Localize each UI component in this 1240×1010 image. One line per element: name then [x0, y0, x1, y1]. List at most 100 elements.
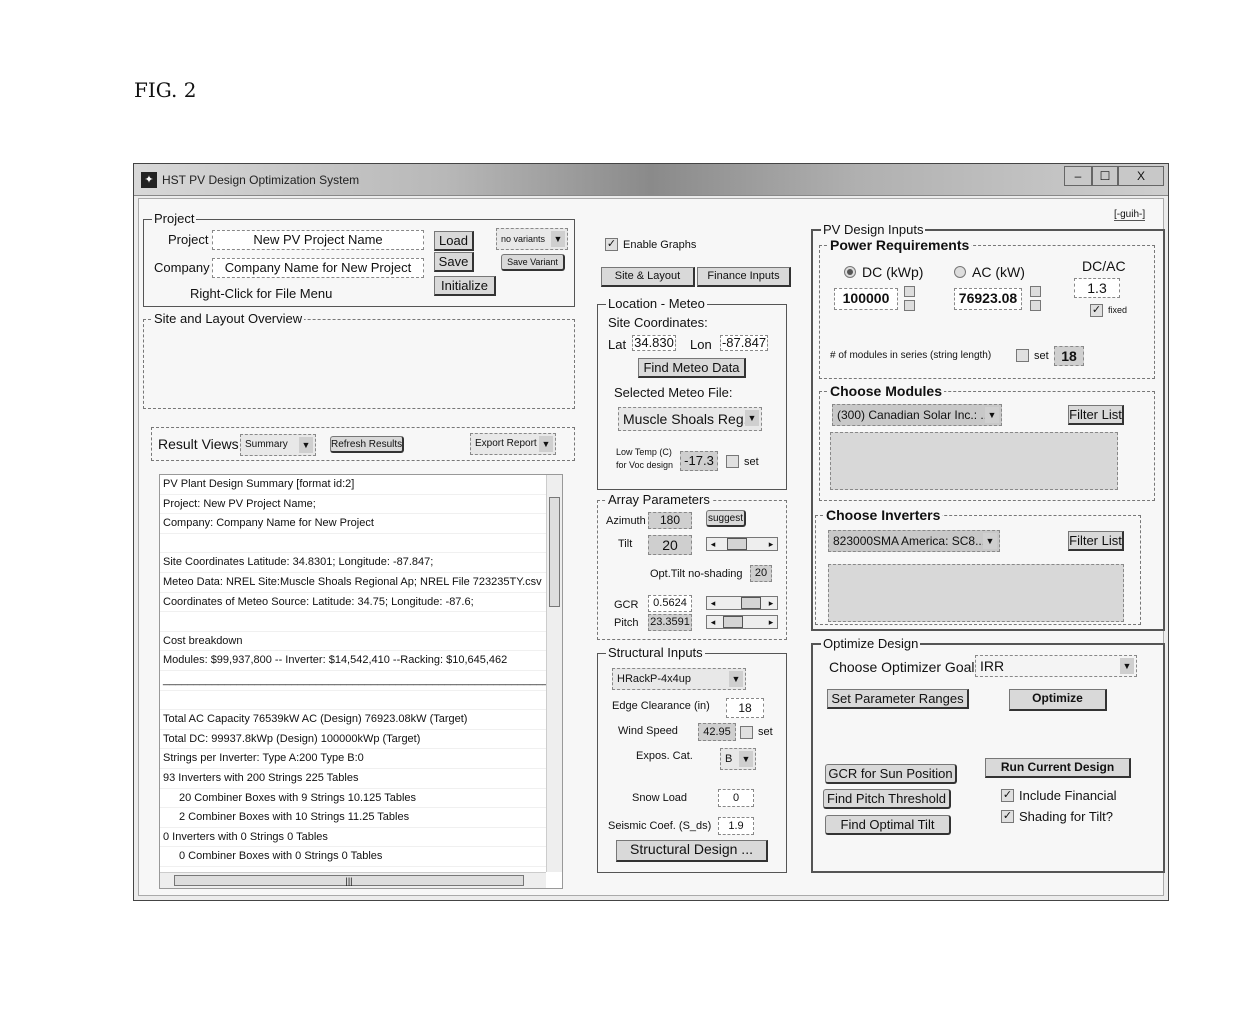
variants-select[interactable]: no variants ▼	[496, 228, 568, 250]
vertical-scrollbar[interactable]	[546, 475, 562, 872]
module-list[interactable]	[830, 432, 1118, 490]
company-name-input[interactable]: Company Name for New Project	[212, 258, 424, 278]
location-group-label: Location - Meteo	[606, 296, 707, 312]
ac-input[interactable]: 76923.08	[954, 288, 1022, 310]
string-length-input[interactable]: 18	[1054, 346, 1084, 366]
client-area: [-guih-] Project Project New PV Project …	[138, 198, 1165, 896]
site-layout-button[interactable]: Site & Layout	[601, 267, 695, 287]
seismic-label: Seismic Coef. (S_ds)	[608, 820, 712, 832]
chevron-down-icon: ▼	[551, 231, 565, 247]
shading-tilt-label: Shading for Tilt?	[1019, 809, 1113, 824]
string-set-checkbox[interactable]	[1016, 349, 1029, 362]
scroll-thumb[interactable]	[549, 497, 560, 607]
expos-cat-select[interactable]: B ▼	[720, 748, 756, 770]
gcr-slider[interactable]: ◂ ▸	[706, 596, 778, 610]
result-view-select[interactable]: Summary ▼	[240, 434, 316, 456]
result-line: Strings per Inverter: Type A:200 Type B:…	[160, 749, 562, 769]
ac-spin-down[interactable]	[1030, 300, 1041, 311]
meteo-file-select[interactable]: Muscle Shoals Reg... ▼	[618, 407, 762, 431]
export-report-select[interactable]: Export Report ▼	[470, 433, 556, 455]
structural-group-label: Structural Inputs	[606, 645, 705, 661]
find-meteo-button[interactable]: Find Meteo Data	[638, 358, 746, 378]
results-text-area[interactable]: PV Plant Design Summary [format id:2] Pro…	[159, 474, 563, 889]
suggest-button[interactable]: suggest	[706, 510, 746, 527]
optimize-button[interactable]: Optimize	[1009, 689, 1107, 711]
result-line: PV Plant Design Summary [format id:2]	[160, 475, 562, 495]
low-temp-set-checkbox[interactable]	[726, 455, 739, 468]
project-name-input[interactable]: New PV Project Name	[212, 230, 424, 250]
load-button[interactable]: Load	[434, 231, 474, 251]
maximize-button[interactable]: ☐	[1092, 166, 1118, 186]
fixed-checkbox[interactable]: ✓	[1090, 304, 1103, 317]
result-line: Project: New PV Project Name;	[160, 495, 562, 515]
result-line: 93 Inverters with 200 Strings 225 Tables	[160, 769, 562, 789]
edge-clearance-input[interactable]: 18	[726, 698, 764, 718]
result-line: 0 Inverters with 0 Strings 0 Tables	[160, 828, 562, 848]
inverter-list[interactable]	[828, 564, 1124, 622]
ac-spin-up[interactable]	[1030, 286, 1041, 297]
gcr-sun-position-button[interactable]: GCR for Sun Position	[825, 764, 957, 784]
horizontal-scrollbar[interactable]: |||	[160, 872, 546, 888]
result-views-bar: Result Views Summary ▼ Refresh Results E…	[151, 427, 575, 461]
run-current-design-button[interactable]: Run Current Design	[985, 758, 1131, 778]
refresh-results-button[interactable]: Refresh Results	[330, 436, 404, 453]
window-title: HST PV Design Optimization System	[162, 173, 360, 187]
result-line: Company: Company Name for New Project	[160, 514, 562, 534]
tilt-slider[interactable]: ◂ ▸	[706, 537, 778, 551]
power-group-label: Power Requirements	[828, 237, 972, 253]
azimuth-input[interactable]: 180	[648, 512, 692, 529]
inverter-select[interactable]: 823000SMA America: SC8... ▼	[828, 530, 1000, 552]
optimize-group-label: Optimize Design	[821, 636, 921, 652]
snow-load-input[interactable]: 0	[718, 789, 754, 807]
set-parameter-ranges-button[interactable]: Set Parameter Ranges	[827, 689, 969, 709]
module-filter-button[interactable]: Filter List	[1068, 405, 1124, 425]
include-financial-checkbox[interactable]: ✓	[1001, 789, 1014, 802]
structural-design-button[interactable]: Structural Design ...	[616, 840, 768, 862]
inverter-filter-button[interactable]: Filter List	[1068, 531, 1124, 551]
lon-input[interactable]: -87.847	[720, 335, 768, 351]
enable-graphs-checkbox[interactable]: ✓	[605, 238, 618, 251]
result-line: Total AC Capacity 76539kW AC (Design) 76…	[160, 710, 562, 730]
dcac-input[interactable]: 1.3	[1074, 278, 1120, 298]
save-variant-button[interactable]: Save Variant	[501, 254, 565, 271]
site-overview-label: Site and Layout Overview	[152, 311, 305, 327]
close-button[interactable]: X	[1118, 166, 1164, 186]
site-coords-label: Site Coordinates:	[608, 315, 708, 330]
pitch-label: Pitch	[614, 617, 639, 629]
result-line: Meteo Data: NREL Site:Muscle Shoals Regi…	[160, 573, 562, 593]
optimizer-goal-select[interactable]: IRR ▼	[975, 655, 1137, 677]
ac-radio[interactable]	[954, 266, 966, 278]
lat-input[interactable]: 34.830	[632, 335, 676, 351]
low-temp-sublabel: for Voc design	[616, 460, 674, 470]
gcr-input[interactable]: 0.5624	[648, 595, 692, 612]
dc-input[interactable]: 100000	[834, 288, 898, 310]
opt-tilt-label: Opt.Tilt no-shading	[650, 568, 743, 580]
result-line: Coordinates of Meteo Source: Latitude: 3…	[160, 593, 562, 613]
find-optimal-tilt-button[interactable]: Find Optimal Tilt	[825, 815, 951, 835]
minimize-button[interactable]: ‒	[1064, 166, 1092, 186]
expos-cat-value: B	[725, 753, 733, 765]
tilt-input[interactable]: 20	[648, 535, 692, 555]
scroll-thumb[interactable]: |||	[174, 875, 524, 886]
optimizer-goal-label: Choose Optimizer Goal	[829, 659, 975, 675]
wind-speed-input[interactable]: 42.95	[698, 723, 736, 741]
save-button[interactable]: Save	[434, 252, 474, 272]
dc-spin-up[interactable]	[904, 286, 915, 297]
guih-link[interactable]: [-guih-]	[1114, 209, 1146, 221]
pitch-input[interactable]: 23.3591	[648, 614, 692, 631]
low-temp-input[interactable]: -17.3	[680, 451, 718, 471]
find-pitch-threshold-button[interactable]: Find Pitch Threshold	[823, 789, 951, 809]
dc-radio[interactable]	[844, 266, 856, 278]
result-line: Modules: $99,937,800 -- Inverter: $14,54…	[160, 651, 562, 671]
dc-spin-down[interactable]	[904, 300, 915, 311]
module-select[interactable]: (300) Canadian Solar Inc.: ... ▼	[832, 404, 1002, 426]
finance-inputs-button[interactable]: Finance Inputs	[697, 267, 791, 287]
shading-tilt-checkbox[interactable]: ✓	[1001, 810, 1014, 823]
low-temp-set-label: set	[744, 456, 759, 468]
seismic-input[interactable]: 1.9	[718, 817, 754, 835]
racking-select[interactable]: HRackP-4x4up ▼	[612, 668, 746, 690]
include-financial-label: Include Financial	[1019, 788, 1117, 803]
wind-set-checkbox[interactable]	[740, 726, 753, 739]
initialize-button[interactable]: Initialize	[434, 276, 496, 296]
pitch-slider[interactable]: ◂ ▸	[706, 615, 778, 629]
